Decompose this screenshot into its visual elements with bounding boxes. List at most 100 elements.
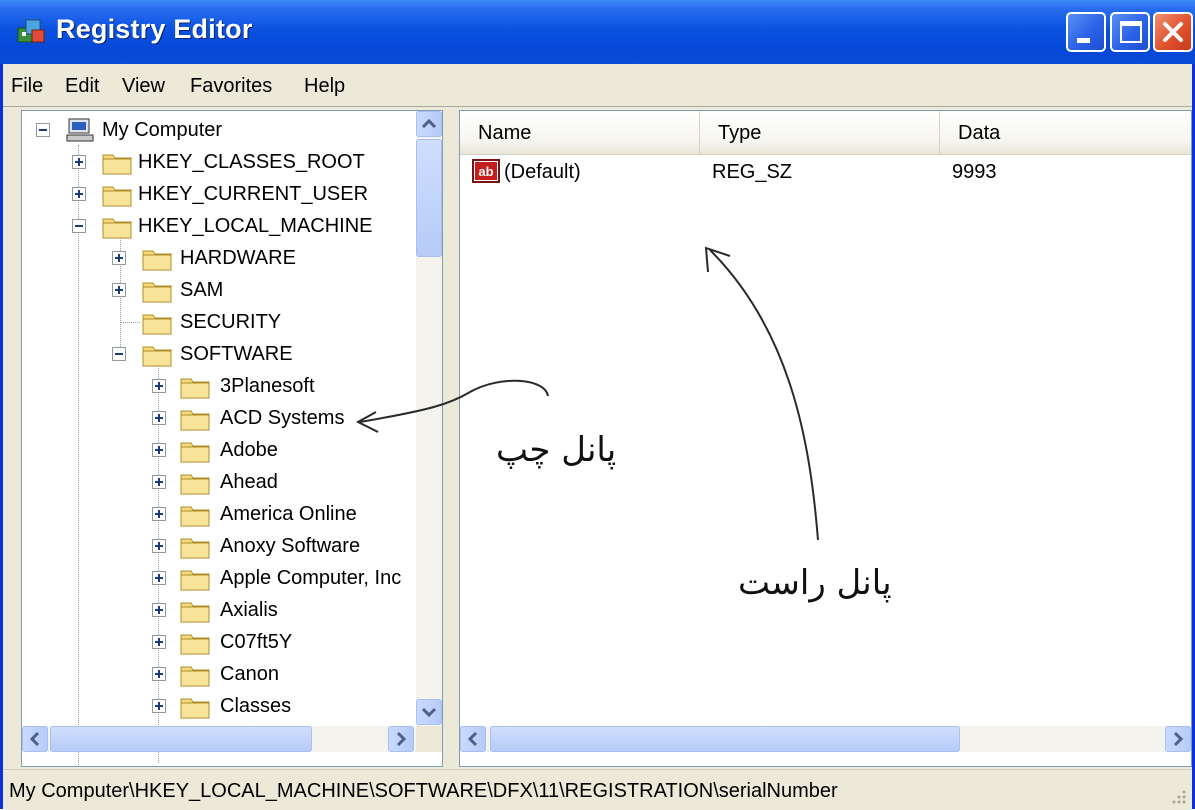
- scroll-thumb[interactable]: [416, 139, 442, 257]
- menu-help[interactable]: Help: [304, 75, 345, 98]
- value-type: REG_SZ: [712, 161, 793, 183]
- tree-item-label: 3Planesoft: [220, 375, 315, 397]
- column-label: Data: [958, 122, 1001, 144]
- menu-favorites[interactable]: Favorites: [190, 75, 272, 98]
- chevron-right-icon: [396, 731, 407, 747]
- key-tree-pane[interactable]: My Computer HKEY_CLASSES_ROOT HKEY_CURRE…: [21, 110, 443, 767]
- resize-grip-icon[interactable]: [1168, 786, 1188, 806]
- registry-editor-window: Registry Editor File Edit View Favorites…: [0, 0, 1195, 810]
- collapse-icon[interactable]: [72, 219, 86, 233]
- value-name: (Default): [504, 161, 581, 183]
- tree-item-hkey-classes-root[interactable]: HKEY_CLASSES_ROOT: [22, 147, 416, 177]
- maximize-button[interactable]: [1110, 12, 1150, 52]
- folder-icon: [102, 186, 132, 207]
- tree-item-label: HKEY_LOCAL_MACHINE: [138, 215, 373, 237]
- scroll-right-button[interactable]: [388, 726, 414, 752]
- close-button[interactable]: [1153, 12, 1193, 52]
- value-row[interactable]: ab (Default) REG_SZ 9993: [460, 155, 1191, 191]
- tree-item-label: C07ft5Y: [220, 631, 293, 653]
- tree-item-my-computer[interactable]: My Computer: [22, 115, 416, 145]
- value-data: 9993: [952, 161, 997, 183]
- expand-icon[interactable]: [152, 443, 166, 457]
- title-bar[interactable]: Registry Editor: [0, 0, 1195, 64]
- left-panel-annotation: پانل چپ: [496, 430, 617, 470]
- chevron-left-icon: [467, 731, 478, 747]
- registry-editor-icon: [17, 19, 45, 43]
- tree-item-apple-computer[interactable]: Apple Computer, Inc: [22, 563, 416, 593]
- maximize-icon: [1120, 21, 1142, 43]
- chevron-up-icon: [421, 118, 437, 129]
- pane-splitter[interactable]: [443, 110, 459, 767]
- tree-vertical-scrollbar[interactable]: [416, 111, 442, 726]
- scroll-thumb[interactable]: [490, 726, 960, 752]
- tree-item-c07ft5y[interactable]: C07ft5Y: [22, 627, 416, 657]
- folder-icon: [180, 378, 210, 399]
- status-path: My Computer\HKEY_LOCAL_MACHINE\SOFTWARE\…: [9, 780, 838, 802]
- scroll-up-button[interactable]: [416, 111, 442, 137]
- expand-icon[interactable]: [152, 667, 166, 681]
- column-header-name[interactable]: Name: [460, 111, 700, 155]
- tree-item-security[interactable]: SECURITY: [22, 307, 416, 337]
- tree-item-label: HKEY_CLASSES_ROOT: [138, 151, 365, 173]
- menu-view[interactable]: View: [122, 75, 165, 98]
- window-title: Registry Editor: [56, 14, 253, 44]
- folder-icon: [142, 250, 172, 271]
- tree-item-adobe[interactable]: Adobe: [22, 435, 416, 465]
- column-label: Name: [478, 122, 532, 144]
- expand-icon[interactable]: [112, 251, 126, 265]
- tree-item-hardware[interactable]: HARDWARE: [22, 243, 416, 273]
- scroll-right-button[interactable]: [1165, 726, 1191, 752]
- folder-icon: [180, 442, 210, 463]
- expand-icon[interactable]: [152, 507, 166, 521]
- scroll-down-button[interactable]: [416, 699, 442, 725]
- expand-icon[interactable]: [152, 411, 166, 425]
- tree-item-label: SAM: [180, 279, 224, 301]
- expand-icon[interactable]: [72, 155, 86, 169]
- expand-icon[interactable]: [152, 603, 166, 617]
- expand-icon[interactable]: [152, 475, 166, 489]
- tree-item-label: Axialis: [220, 599, 278, 621]
- tree-item-ahead[interactable]: Ahead: [22, 467, 416, 497]
- tree-item-anoxy-software[interactable]: Anoxy Software: [22, 531, 416, 561]
- values-horizontal-scrollbar[interactable]: [460, 726, 1191, 752]
- expand-icon[interactable]: [112, 283, 126, 297]
- chevron-down-icon: [421, 707, 437, 718]
- menu-edit[interactable]: Edit: [65, 75, 99, 98]
- tree-item-sam[interactable]: SAM: [22, 275, 416, 305]
- menu-file[interactable]: File: [11, 75, 43, 98]
- tree-item-label: Apple Computer, Inc: [220, 567, 402, 589]
- collapse-icon[interactable]: [112, 347, 126, 361]
- folder-icon: [180, 506, 210, 527]
- column-header-data[interactable]: Data: [940, 111, 1191, 155]
- column-label: Type: [718, 122, 762, 144]
- chevron-left-icon: [29, 731, 40, 747]
- tree-item-hkey-current-user[interactable]: HKEY_CURRENT_USER: [22, 179, 416, 209]
- tree-item-canon[interactable]: Canon: [22, 659, 416, 689]
- svg-text:ab: ab: [478, 164, 493, 179]
- minimize-button[interactable]: [1066, 12, 1106, 52]
- tree-item-classes[interactable]: Classes: [22, 691, 416, 721]
- expand-icon[interactable]: [152, 635, 166, 649]
- expand-icon[interactable]: [152, 699, 166, 713]
- scroll-left-button[interactable]: [460, 726, 486, 752]
- tree-line: [120, 322, 140, 323]
- expand-icon[interactable]: [152, 539, 166, 553]
- scroll-thumb[interactable]: [50, 726, 312, 752]
- tree-item-hkey-local-machine[interactable]: HKEY_LOCAL_MACHINE: [22, 211, 416, 241]
- folder-icon: [180, 570, 210, 591]
- expand-icon[interactable]: [152, 379, 166, 393]
- tree-horizontal-scrollbar[interactable]: [22, 726, 416, 752]
- tree-item-label: Ahead: [220, 471, 278, 493]
- tree-item-label: America Online: [220, 503, 357, 525]
- scroll-left-button[interactable]: [22, 726, 48, 752]
- folder-icon: [142, 282, 172, 303]
- tree-item-acd-systems[interactable]: ACD Systems: [22, 403, 416, 433]
- collapse-icon[interactable]: [36, 123, 50, 137]
- tree-item-3planesoft[interactable]: 3Planesoft: [22, 371, 416, 401]
- expand-icon[interactable]: [72, 187, 86, 201]
- column-header-type[interactable]: Type: [700, 111, 940, 155]
- tree-item-axialis[interactable]: Axialis: [22, 595, 416, 625]
- tree-item-america-online[interactable]: America Online: [22, 499, 416, 529]
- tree-item-software[interactable]: SOFTWARE: [22, 339, 416, 369]
- expand-icon[interactable]: [152, 571, 166, 585]
